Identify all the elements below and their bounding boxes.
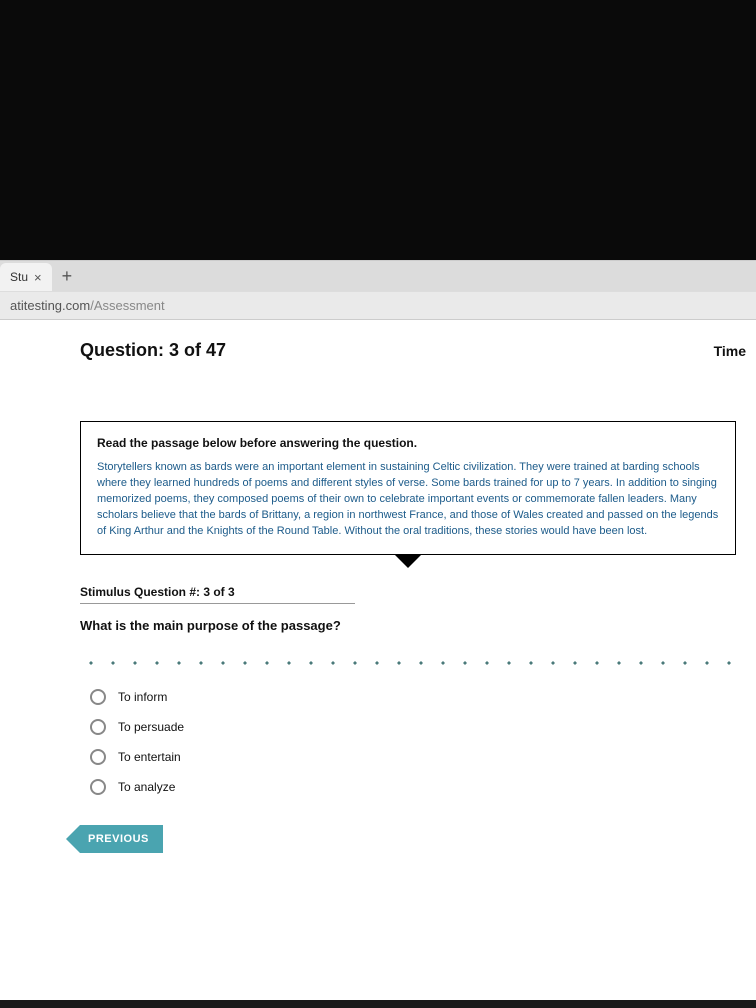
option-label: To inform [118,690,167,704]
previous-button[interactable]: PREVIOUS [80,825,163,853]
option-label: To persuade [118,720,184,734]
question-number: Question: 3 of 47 [80,340,226,361]
passage-instruction: Read the passage below before answering … [97,436,719,450]
stimulus-label: Stimulus Question #: 3 of 3 [80,585,355,604]
time-label: Time [714,343,746,359]
radio-icon [90,779,106,795]
address-bar[interactable]: atitesting.com/Assessment [0,291,756,320]
option-inform[interactable]: To inform [90,689,756,705]
previous-label: PREVIOUS [88,833,149,845]
photo-background [0,0,756,260]
passage-box: Read the passage below before answering … [80,421,736,555]
tab-label: Stu [10,270,28,284]
radio-icon [90,749,106,765]
question-text: What is the main purpose of the passage? [80,618,756,633]
option-entertain[interactable]: To entertain [90,749,756,765]
divider-dots [80,661,740,665]
url-path: /Assessment [90,298,164,313]
passage-body: Storytellers known as bards were an impo… [97,460,719,540]
browser-chrome: Stu × + atitesting.com/Assessment [0,260,756,320]
chevron-down-icon [394,554,422,568]
tab-strip: Stu × + [0,261,756,291]
plus-icon: + [62,266,73,286]
new-tab-button[interactable]: + [52,262,83,291]
answer-options: To inform To persuade To entertain To an… [90,689,756,795]
url-host: atitesting.com [10,298,90,313]
option-label: To entertain [118,750,181,764]
browser-tab[interactable]: Stu × [0,263,52,291]
radio-icon [90,719,106,735]
option-label: To analyze [118,780,175,794]
radio-icon [90,689,106,705]
assessment-page: Question: 3 of 47 Time Read the passage … [0,320,756,1000]
close-icon[interactable]: × [34,270,42,285]
question-header: Question: 3 of 47 Time [80,340,756,361]
option-persuade[interactable]: To persuade [90,719,756,735]
option-analyze[interactable]: To analyze [90,779,756,795]
